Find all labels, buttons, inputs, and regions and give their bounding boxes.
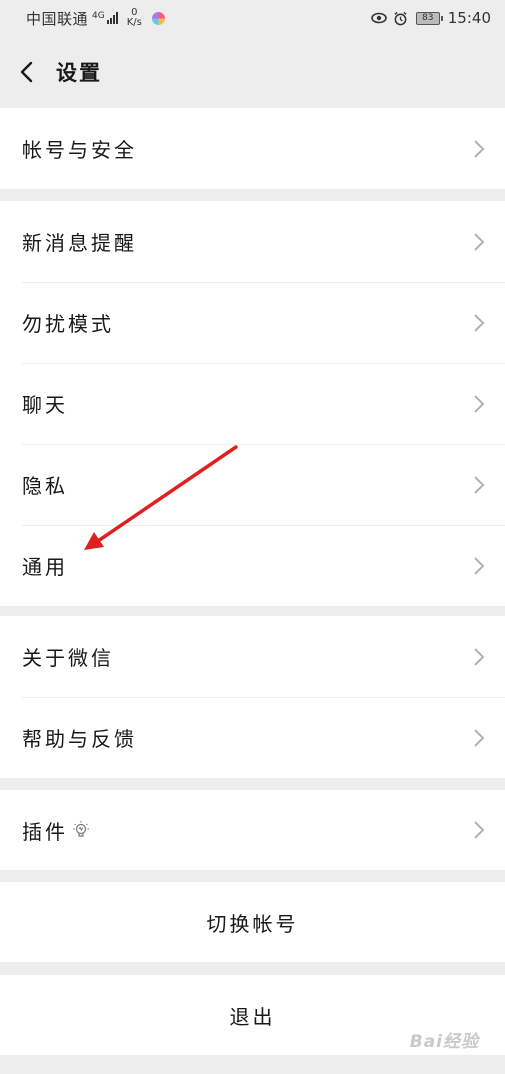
switch-account-label: 切换帐号 xyxy=(206,911,299,936)
item-label: 帐号与安全 xyxy=(22,138,137,162)
battery-icon: 83 xyxy=(415,11,443,25)
list-item-privacy[interactable]: 隐私 xyxy=(0,444,505,525)
item-label: 关于微信 xyxy=(22,646,114,670)
item-label: 插件 xyxy=(22,819,68,844)
item-label: 隐私 xyxy=(22,474,68,498)
nav-bar: 设置 xyxy=(0,36,505,108)
carrier-name: 中国联通 xyxy=(26,9,89,28)
plugins-group: 插件 xyxy=(0,790,505,870)
eye-comfort-icon xyxy=(370,12,387,24)
list-item-do-not-disturb[interactable]: 勿扰模式 xyxy=(0,282,505,363)
account-group: 帐号与安全 xyxy=(0,108,505,189)
main-settings-group: 新消息提醒 勿扰模式 聊天 隐私 通用 xyxy=(0,201,505,606)
logout-label: 退出 xyxy=(229,1004,276,1029)
chevron-right-icon xyxy=(474,647,485,666)
chevron-right-icon xyxy=(474,728,485,747)
chevron-right-icon xyxy=(474,232,485,251)
watermark: Bai经验 xyxy=(409,1032,479,1052)
list-item-help-feedback[interactable]: 帮助与反馈 xyxy=(0,697,505,778)
speed-unit: K/s xyxy=(126,17,142,28)
network-type: 4G xyxy=(92,11,105,21)
about-group: 关于微信 帮助与反馈 xyxy=(0,616,505,778)
item-label: 帮助与反馈 xyxy=(22,727,137,751)
item-label: 新消息提醒 xyxy=(22,231,137,255)
list-item-plugins[interactable]: 插件 xyxy=(0,790,505,870)
clock: 15:40 xyxy=(447,9,491,27)
list-item-about-wechat[interactable]: 关于微信 xyxy=(0,616,505,697)
item-label: 聊天 xyxy=(22,393,68,417)
list-item-new-message-alerts[interactable]: 新消息提醒 xyxy=(0,201,505,282)
switch-account-group: 切换帐号 xyxy=(0,882,505,962)
list-item-chat[interactable]: 聊天 xyxy=(0,363,505,444)
signal-icon xyxy=(106,12,119,24)
chevron-right-icon xyxy=(474,394,485,413)
network-indicator: 4G xyxy=(92,12,119,24)
chevron-right-icon xyxy=(474,139,485,158)
alarm-icon xyxy=(394,11,407,25)
chevron-right-icon xyxy=(474,475,485,494)
item-label: 通用 xyxy=(22,555,68,579)
list-item-general[interactable]: 通用 xyxy=(0,525,505,606)
lightbulb-icon xyxy=(73,821,89,837)
chevron-right-icon xyxy=(474,313,485,332)
switch-account-button[interactable]: 切换帐号 xyxy=(0,882,505,962)
chevron-left-icon[interactable] xyxy=(16,61,38,83)
network-speed: 0 K/s xyxy=(127,8,142,28)
status-bar: 中国联通 4G 0 K/s 83 15:40 xyxy=(0,0,505,36)
chevron-right-icon xyxy=(474,821,485,839)
chevron-right-icon xyxy=(474,556,485,575)
list-item-account-security[interactable]: 帐号与安全 xyxy=(0,108,505,189)
item-label: 勿扰模式 xyxy=(22,312,114,336)
page-title: 设置 xyxy=(56,61,102,85)
app-notification-icon xyxy=(151,11,165,25)
